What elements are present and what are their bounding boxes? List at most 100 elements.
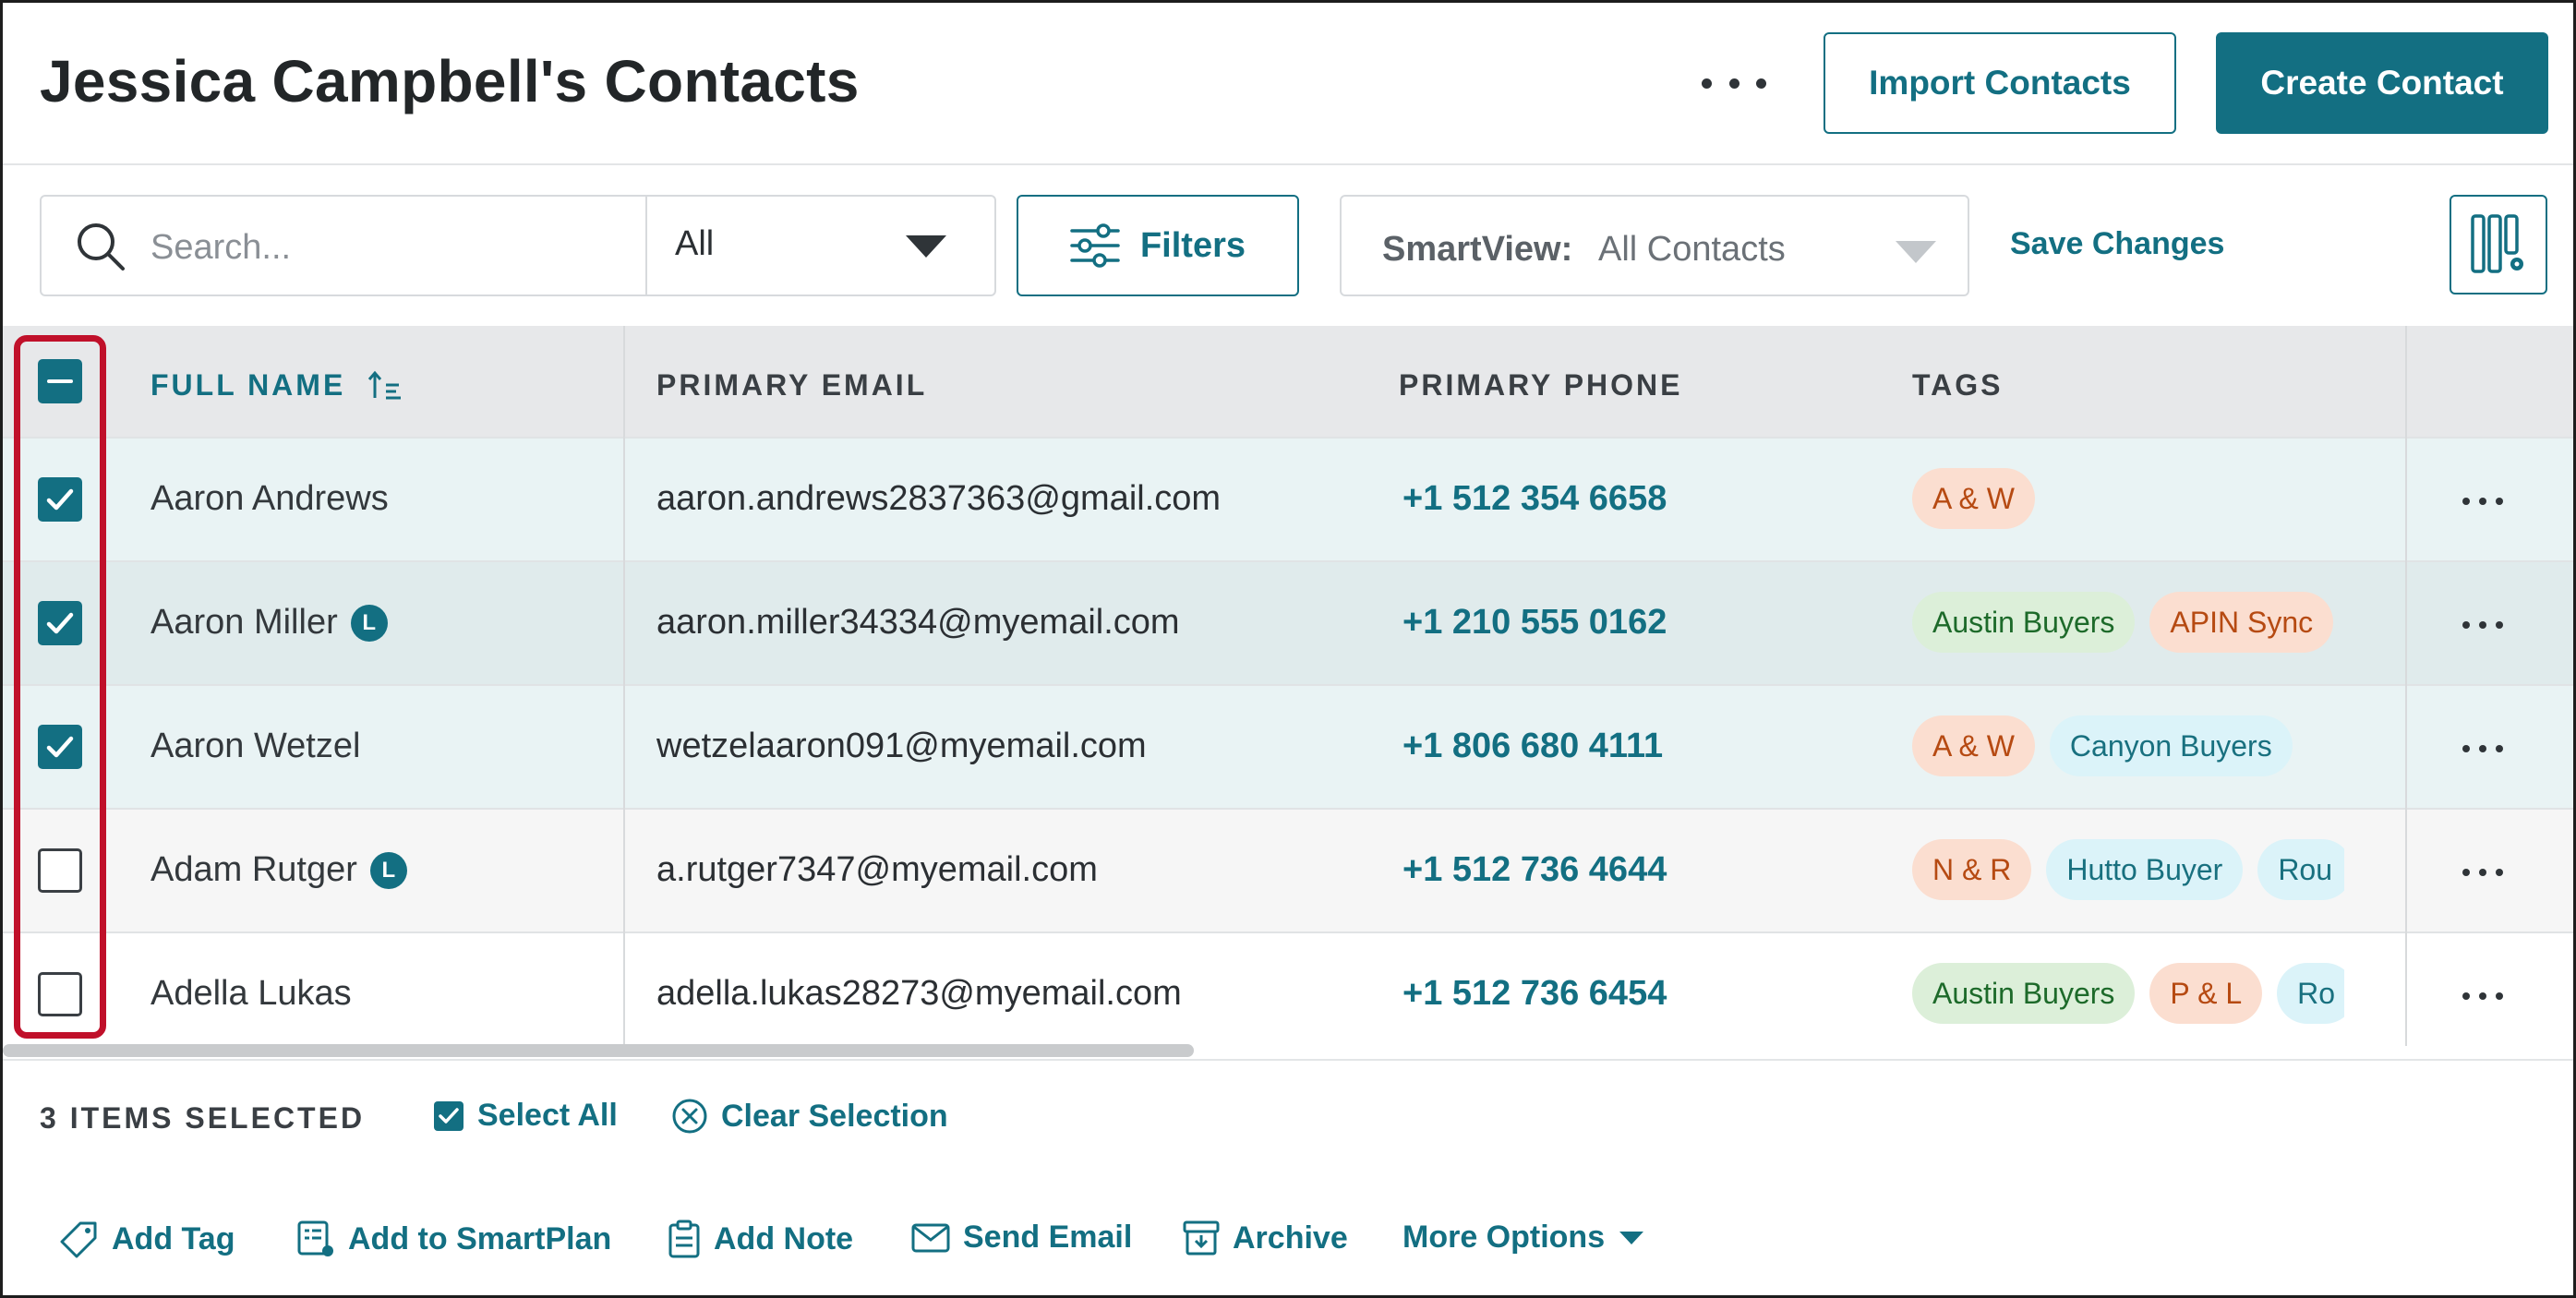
row-more-icon[interactable] — [2462, 987, 2503, 1005]
tag-chip[interactable]: Canyon Buyers — [2049, 715, 2293, 776]
column-header-full-name[interactable]: FULL NAME — [150, 368, 403, 403]
table-row[interactable]: Aaron Andrews aaron.andrews2837363@gmail.… — [3, 437, 2573, 560]
save-changes-link[interactable]: Save Changes — [2010, 226, 2224, 262]
archive-icon — [1183, 1220, 1220, 1256]
tag-list: Austin Buyers P & L Ro — [1912, 963, 2344, 1028]
column-header-label: FULL NAME — [150, 368, 346, 402]
import-contacts-button[interactable]: Import Contacts — [1824, 32, 2176, 134]
tag-list: A & W Canyon Buyers — [1912, 715, 2344, 780]
row-checkbox[interactable] — [38, 477, 82, 522]
sort-ascending-icon — [368, 370, 402, 399]
table-row[interactable]: Aaron Miller L aaron.miller34334@myemail.c… — [3, 560, 2573, 684]
add-to-smartplan-button[interactable]: Add to SmartPlan — [296, 1220, 611, 1258]
column-settings-button[interactable] — [2450, 195, 2547, 294]
row-more-icon[interactable] — [2462, 616, 2503, 634]
lead-badge-icon: L — [369, 851, 407, 889]
contact-name[interactable]: Adella Lukas — [150, 974, 352, 1014]
horizontal-scrollbar[interactable] — [3, 1044, 1194, 1057]
contact-name-text: Aaron Wetzel — [150, 727, 361, 765]
search-box: All — [40, 195, 996, 296]
contact-email: aaron.andrews2837363@gmail.com — [656, 479, 1222, 518]
send-email-label: Send Email — [963, 1220, 1133, 1255]
caret-down-icon — [1896, 241, 1936, 263]
select-all-link[interactable]: Select All — [433, 1098, 618, 1134]
contact-name[interactable]: Aaron Wetzel — [150, 727, 360, 766]
contact-phone-link[interactable]: +1 210 555 0162 — [1402, 603, 1667, 643]
search-icon — [78, 223, 125, 270]
tag-chip[interactable]: Austin Buyers — [1912, 963, 2136, 1024]
select-all-rows-checkbox[interactable] — [38, 359, 82, 403]
envelope-icon — [911, 1223, 950, 1252]
contact-name-text: Adella Lukas — [150, 974, 352, 1013]
row-checkbox[interactable] — [38, 725, 82, 769]
row-checkbox[interactable] — [38, 601, 82, 645]
add-tag-button[interactable]: Add Tag — [60, 1220, 235, 1258]
row-checkbox[interactable] — [38, 848, 82, 893]
contact-phone-link[interactable]: +1 512 354 6658 — [1402, 479, 1667, 519]
send-email-button[interactable]: Send Email — [911, 1220, 1132, 1256]
contacts-table: FULL NAME PRIMARY EMAIL PRIMARY PHONE TA… — [3, 326, 2573, 1046]
tag-list: Austin Buyers APIN Sync — [1912, 592, 2344, 656]
contact-name[interactable]: Aaron Andrews — [150, 479, 389, 519]
tag-chip[interactable]: Ro — [2277, 963, 2344, 1024]
filters-label: Filters — [1139, 225, 1246, 265]
clear-selection-link[interactable]: Clear Selection — [671, 1098, 948, 1135]
row-more-icon[interactable] — [2462, 863, 2503, 882]
caret-down-icon — [1619, 1231, 1644, 1244]
column-separator — [2405, 326, 2407, 1046]
archive-button[interactable]: Archive — [1183, 1220, 1348, 1256]
close-circle-icon — [672, 1099, 707, 1134]
smartview-select[interactable]: SmartView: All Contacts — [1340, 195, 1969, 296]
add-to-smartplan-label: Add to SmartPlan — [348, 1220, 612, 1256]
divider — [3, 1059, 2573, 1061]
contact-phone-link[interactable]: +1 512 736 6454 — [1402, 974, 1667, 1014]
filters-button[interactable]: Filters — [1017, 195, 1299, 296]
tag-chip[interactable]: APIN Sync — [2149, 592, 2334, 653]
contact-email: adella.lukas28273@myemail.com — [656, 974, 1182, 1013]
contact-phone-link[interactable]: +1 512 736 4644 — [1402, 850, 1667, 890]
add-note-button[interactable]: Add Note — [668, 1220, 853, 1258]
table-row[interactable]: Adella Lukas adella.lukas28273@myemail.co… — [3, 931, 2573, 1046]
add-note-label: Add Note — [714, 1220, 854, 1256]
contact-name[interactable]: Adam Rutger L — [150, 850, 407, 890]
create-contact-button[interactable]: Create Contact — [2216, 32, 2548, 134]
page-title: Jessica Campbell's Contacts — [40, 48, 860, 114]
tag-chip[interactable]: Hutto Buyer — [2046, 839, 2244, 900]
search-divider — [645, 197, 647, 294]
caret-down-icon[interactable] — [906, 235, 946, 258]
tag-list: A & W — [1912, 468, 2344, 533]
tag-chip[interactable]: A & W — [1912, 468, 2035, 529]
column-header-primary-phone[interactable]: PRIMARY PHONE — [1399, 368, 1682, 403]
contact-phone-link[interactable]: +1 806 680 4111 — [1402, 727, 1663, 766]
search-scope-select[interactable]: All — [675, 224, 714, 264]
contact-email: aaron.miller34334@myemail.com — [656, 603, 1180, 642]
column-header-tags[interactable]: TAGS — [1912, 368, 2004, 403]
tag-chip[interactable]: Austin Buyers — [1912, 592, 2136, 653]
tag-chip[interactable]: P & L — [2149, 963, 2263, 1024]
row-more-icon[interactable] — [2462, 492, 2503, 511]
search-input[interactable] — [150, 222, 668, 272]
tag-chip[interactable]: Rou — [2257, 839, 2344, 900]
column-header-primary-email[interactable]: PRIMARY EMAIL — [656, 368, 927, 403]
columns-gear-icon — [2471, 214, 2523, 273]
smartview-label: SmartView: — [1382, 230, 1573, 269]
contact-name-text: Aaron Andrews — [150, 479, 389, 518]
tag-chip[interactable]: N & R — [1912, 839, 2032, 900]
more-actions-icon[interactable] — [1702, 60, 1766, 106]
contact-name[interactable]: Aaron Miller L — [150, 603, 388, 643]
contact-email: wetzelaaron091@myemail.com — [656, 727, 1147, 765]
more-options-button[interactable]: More Options — [1402, 1220, 1645, 1256]
clear-selection-label: Clear Selection — [721, 1098, 948, 1134]
select-all-label: Select All — [477, 1098, 618, 1133]
table-header: FULL NAME PRIMARY EMAIL PRIMARY PHONE TA… — [3, 326, 2573, 437]
add-tag-label: Add Tag — [112, 1220, 235, 1256]
checkbox-checked-icon — [434, 1100, 463, 1131]
table-row[interactable]: Adam Rutger L a.rutger7347@myemail.com +1 5… — [3, 808, 2573, 931]
contact-email: a.rutger7347@myemail.com — [656, 850, 1098, 889]
archive-label: Archive — [1233, 1220, 1348, 1256]
tag-chip[interactable]: A & W — [1912, 715, 2035, 776]
row-more-icon[interactable] — [2462, 739, 2503, 758]
table-row[interactable]: Aaron Wetzel wetzelaaron091@myemail.com +1… — [3, 684, 2573, 808]
clipboard-icon — [668, 1220, 700, 1258]
row-checkbox[interactable] — [38, 972, 82, 1016]
